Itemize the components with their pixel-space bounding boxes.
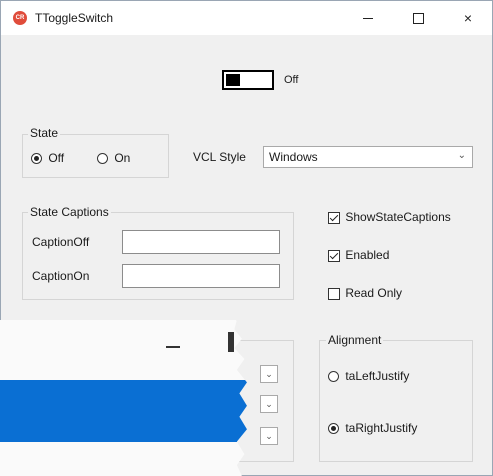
minimize-icon: [363, 17, 373, 19]
checkbox-enabled[interactable]: Enabled: [328, 248, 389, 262]
maximize-button[interactable]: [395, 1, 441, 35]
radio-right-label: taRightJustify: [345, 421, 418, 435]
radio-left-label: taLeftJustify: [345, 369, 410, 383]
overlay-window-icon: [228, 332, 234, 352]
radio-state-on[interactable]: On: [97, 151, 130, 165]
state-group-label: State: [28, 126, 61, 140]
torn-screenshot-overlay: [0, 320, 247, 476]
caption-on-label: CaptionOn: [32, 269, 90, 283]
radio-off-indicator: [31, 153, 42, 165]
toggle-thumb: [226, 74, 240, 86]
check-icon: [328, 249, 340, 262]
captions-group-label: State Captions: [28, 205, 111, 219]
checkbox-label: ShowStateCaptions: [345, 210, 451, 224]
vcl-style-label: VCL Style: [193, 150, 246, 164]
minimize-icon: [166, 346, 180, 348]
dropdown-chevron-icon[interactable]: ⌄: [260, 395, 278, 413]
radio-on-indicator: [97, 153, 108, 165]
radio-right-indicator: [328, 423, 339, 435]
checkbox-read-only[interactable]: Read Only: [328, 286, 402, 300]
toggle-switch[interactable]: [222, 70, 274, 90]
radio-left-indicator: [328, 371, 339, 383]
minimize-button[interactable]: [345, 1, 391, 35]
vcl-style-select[interactable]: Windows ⌄: [263, 146, 473, 168]
accent-band: [0, 380, 247, 442]
caption-off-label: CaptionOff: [32, 235, 90, 249]
caption-off-input[interactable]: [122, 230, 280, 254]
window-title: TToggleSwitch: [35, 11, 114, 25]
checkbox-label: Enabled: [345, 248, 390, 262]
radio-align-left[interactable]: taLeftJustify: [328, 369, 409, 383]
radio-align-right[interactable]: taRightJustify: [328, 421, 417, 435]
maximize-icon: [412, 12, 424, 24]
title-bar[interactable]: CR TToggleSwitch ×: [1, 1, 492, 35]
checkbox-show-state-captions[interactable]: ShowStateCaptions: [328, 210, 451, 224]
chevron-down-icon: ⌄: [457, 150, 466, 161]
checkbox-label: Read Only: [345, 286, 403, 300]
close-button[interactable]: ×: [445, 1, 491, 35]
radio-on-label: On: [114, 151, 131, 165]
close-icon: ×: [463, 10, 473, 26]
dropdown-chevron-icon[interactable]: ⌄: [260, 427, 278, 445]
vcl-style-value: Windows: [269, 150, 318, 164]
alignment-group-label: Alignment: [326, 333, 384, 347]
radio-off-label: Off: [48, 151, 65, 165]
app-logo-icon: CR: [13, 11, 27, 25]
check-icon: [328, 211, 340, 224]
dropdown-chevron-icon[interactable]: ⌄: [260, 365, 278, 383]
toggle-state-caption: Off: [284, 74, 299, 86]
checkbox-empty-icon: [328, 287, 340, 300]
alignment-group: [319, 340, 473, 462]
caption-on-input[interactable]: [122, 264, 280, 288]
radio-state-off[interactable]: Off: [31, 151, 64, 165]
